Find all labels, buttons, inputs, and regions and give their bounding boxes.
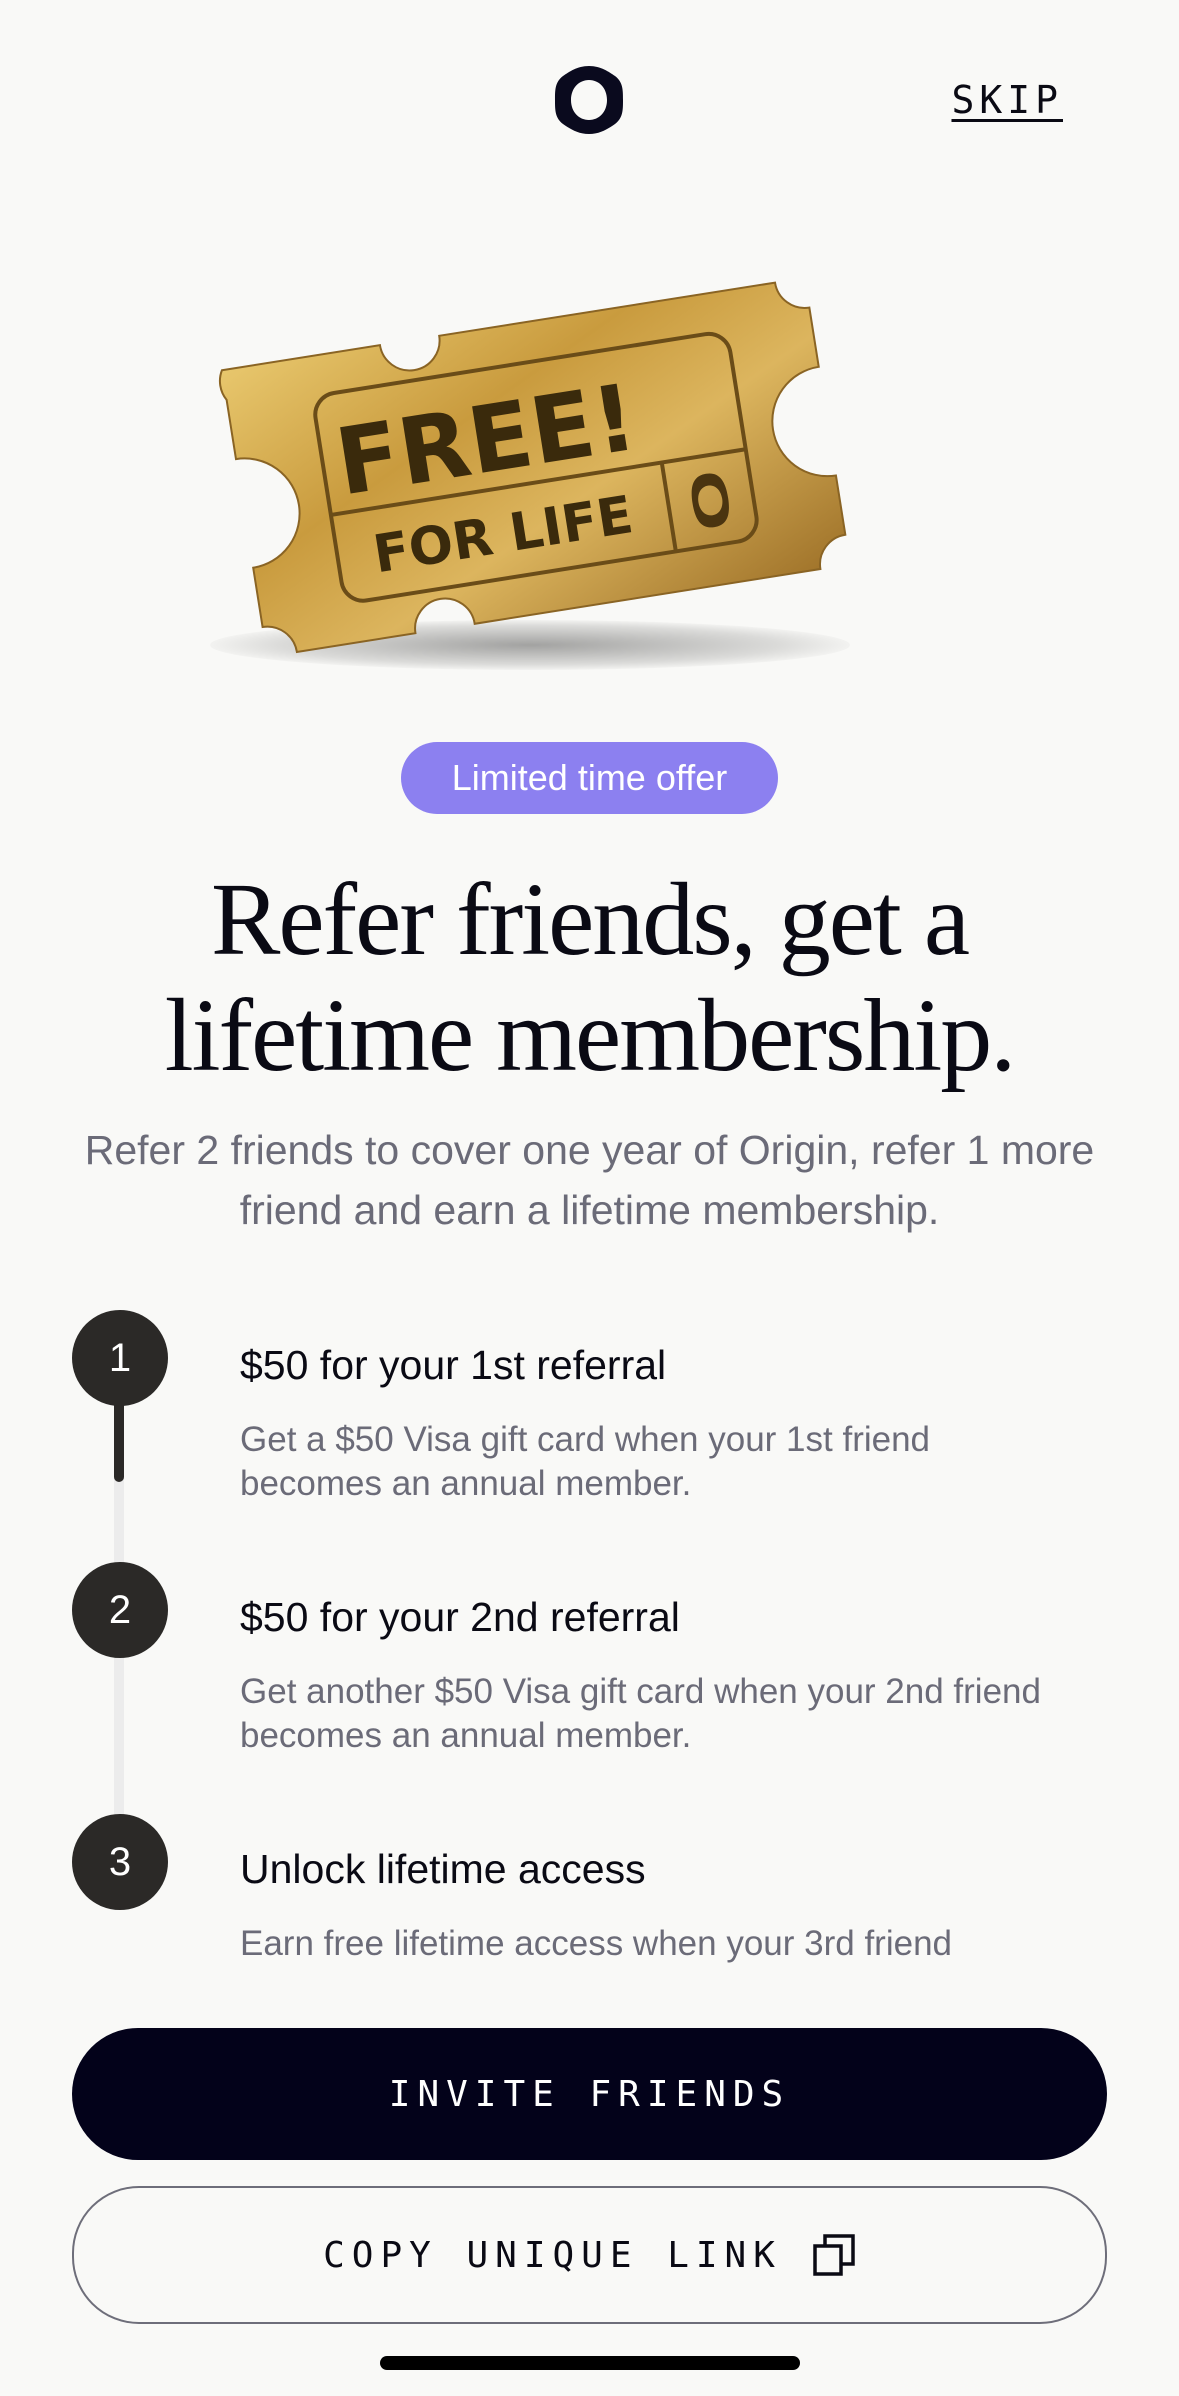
step-1-title: $50 for your 1st referral	[240, 1342, 667, 1388]
copy-link-label: COPY UNIQUE LINK	[323, 2234, 782, 2276]
copy-link-button[interactable]: COPY UNIQUE LINK	[72, 2186, 1107, 2324]
step-1-description: Get a $50 Visa gift card when your 1st f…	[240, 1420, 931, 1503]
ticket-graphic: FREE!FOR LIFE	[218, 281, 847, 654]
page-title: Refer friends, get a lifetime membership…	[60, 862, 1119, 1094]
home-indicator	[380, 2356, 800, 2370]
invite-friends-button[interactable]: INVITE FRIENDS	[72, 2028, 1107, 2160]
page-title-line-2: lifetime membership.	[164, 978, 1017, 1093]
step-2-title: $50 for your 2nd referral	[240, 1594, 680, 1640]
limited-offer-badge: Limited time offer	[401, 742, 778, 814]
step-3-title: Unlock lifetime access	[240, 1846, 646, 1892]
step-2-number: 2	[72, 1562, 168, 1658]
step-3-description: Earn free lifetime access when your 3rd …	[240, 1924, 952, 1963]
page-subtitle: Refer 2 friends to cover one year of Ori…	[84, 1127, 1095, 1233]
page-title-line-1: Refer friends, get a	[211, 862, 970, 977]
invite-friends-label: INVITE FRIENDS	[388, 2073, 791, 2115]
copy-icon	[813, 2234, 855, 2276]
skip-button[interactable]: SKIP	[951, 78, 1063, 122]
step-3-number: 3	[72, 1814, 168, 1910]
step-1-number: 1	[72, 1310, 168, 1406]
ticket-illustration: FREE! FOR LIFE	[190, 240, 910, 680]
origin-logo-icon	[555, 66, 623, 134]
step-2-description: Get another $50 Visa gift card when your…	[240, 1672, 1041, 1755]
